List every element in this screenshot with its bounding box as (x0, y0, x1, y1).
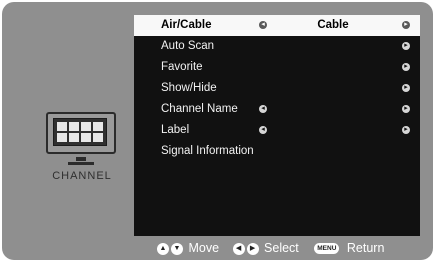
menu-item-favorite[interactable]: Favorite ▸ (134, 57, 420, 78)
arrow-right-icon: ▸ (402, 42, 410, 50)
arrow-left-icon[interactable]: ◂ (259, 21, 267, 29)
menu-item-label: Favorite (161, 61, 203, 73)
menu-item-air-cable[interactable]: Air/Cable ◂ Cable ▸ (134, 15, 420, 36)
menu-item-label: Show/Hide (161, 82, 217, 94)
menu-item-signal-information[interactable]: Signal Information (134, 141, 420, 162)
menu-item-show-hide[interactable]: Show/Hide ▸ (134, 78, 420, 99)
move-label: Move (188, 241, 220, 256)
monitor-icon (46, 112, 116, 165)
arrow-left-icon: ◂ (259, 126, 267, 134)
menu-item-label: Label (161, 124, 190, 136)
arrow-right-icon: ▸ (402, 105, 410, 113)
return-label: Return (346, 241, 385, 256)
menu-item-label: Air/Cable (161, 19, 212, 31)
arrow-right-icon: ▸ (402, 126, 410, 134)
menu-item-label: Channel Name (161, 103, 238, 115)
category-pane: CHANNEL (2, 16, 142, 242)
channel-menu: Air/Cable ◂ Cable ▸ Auto Scan ▸ Favorite… (134, 15, 420, 236)
arrow-right-icon[interactable]: ▸ (402, 21, 410, 29)
menu-list: Air/Cable ◂ Cable ▸ Auto Scan ▸ Favorite… (134, 15, 420, 162)
select-label: Select (264, 241, 299, 256)
up-arrow-icon: ▲ (157, 242, 169, 255)
right-arrow-icon: ▶ (246, 242, 259, 255)
menu-item-label[interactable]: Label ◂ ▸ (134, 120, 420, 141)
menu-item-auto-scan[interactable]: Auto Scan ▸ (134, 36, 420, 57)
down-arrow-icon: ▼ (171, 242, 183, 255)
arrow-left-icon: ◂ (259, 105, 267, 113)
menu-item-channel-name[interactable]: Channel Name ◂ ▸ (134, 99, 420, 120)
arrow-right-icon: ▸ (402, 84, 410, 92)
category-label: CHANNEL (52, 170, 112, 182)
arrow-right-icon: ▸ (402, 63, 410, 71)
tv-frame: CHANNEL Air/Cable ◂ Cable ▸ Auto Scan ▸ … (2, 2, 433, 260)
button-guide: ▲ ▼ Move ◀ ▶ Select MENU Return (157, 240, 384, 257)
left-arrow-icon: ◀ (232, 242, 245, 255)
menu-item-value: Cable (317, 19, 349, 31)
menu-button-icon: MENU (314, 243, 340, 255)
menu-item-label: Auto Scan (161, 40, 215, 52)
menu-item-label: Signal Information (161, 145, 254, 157)
